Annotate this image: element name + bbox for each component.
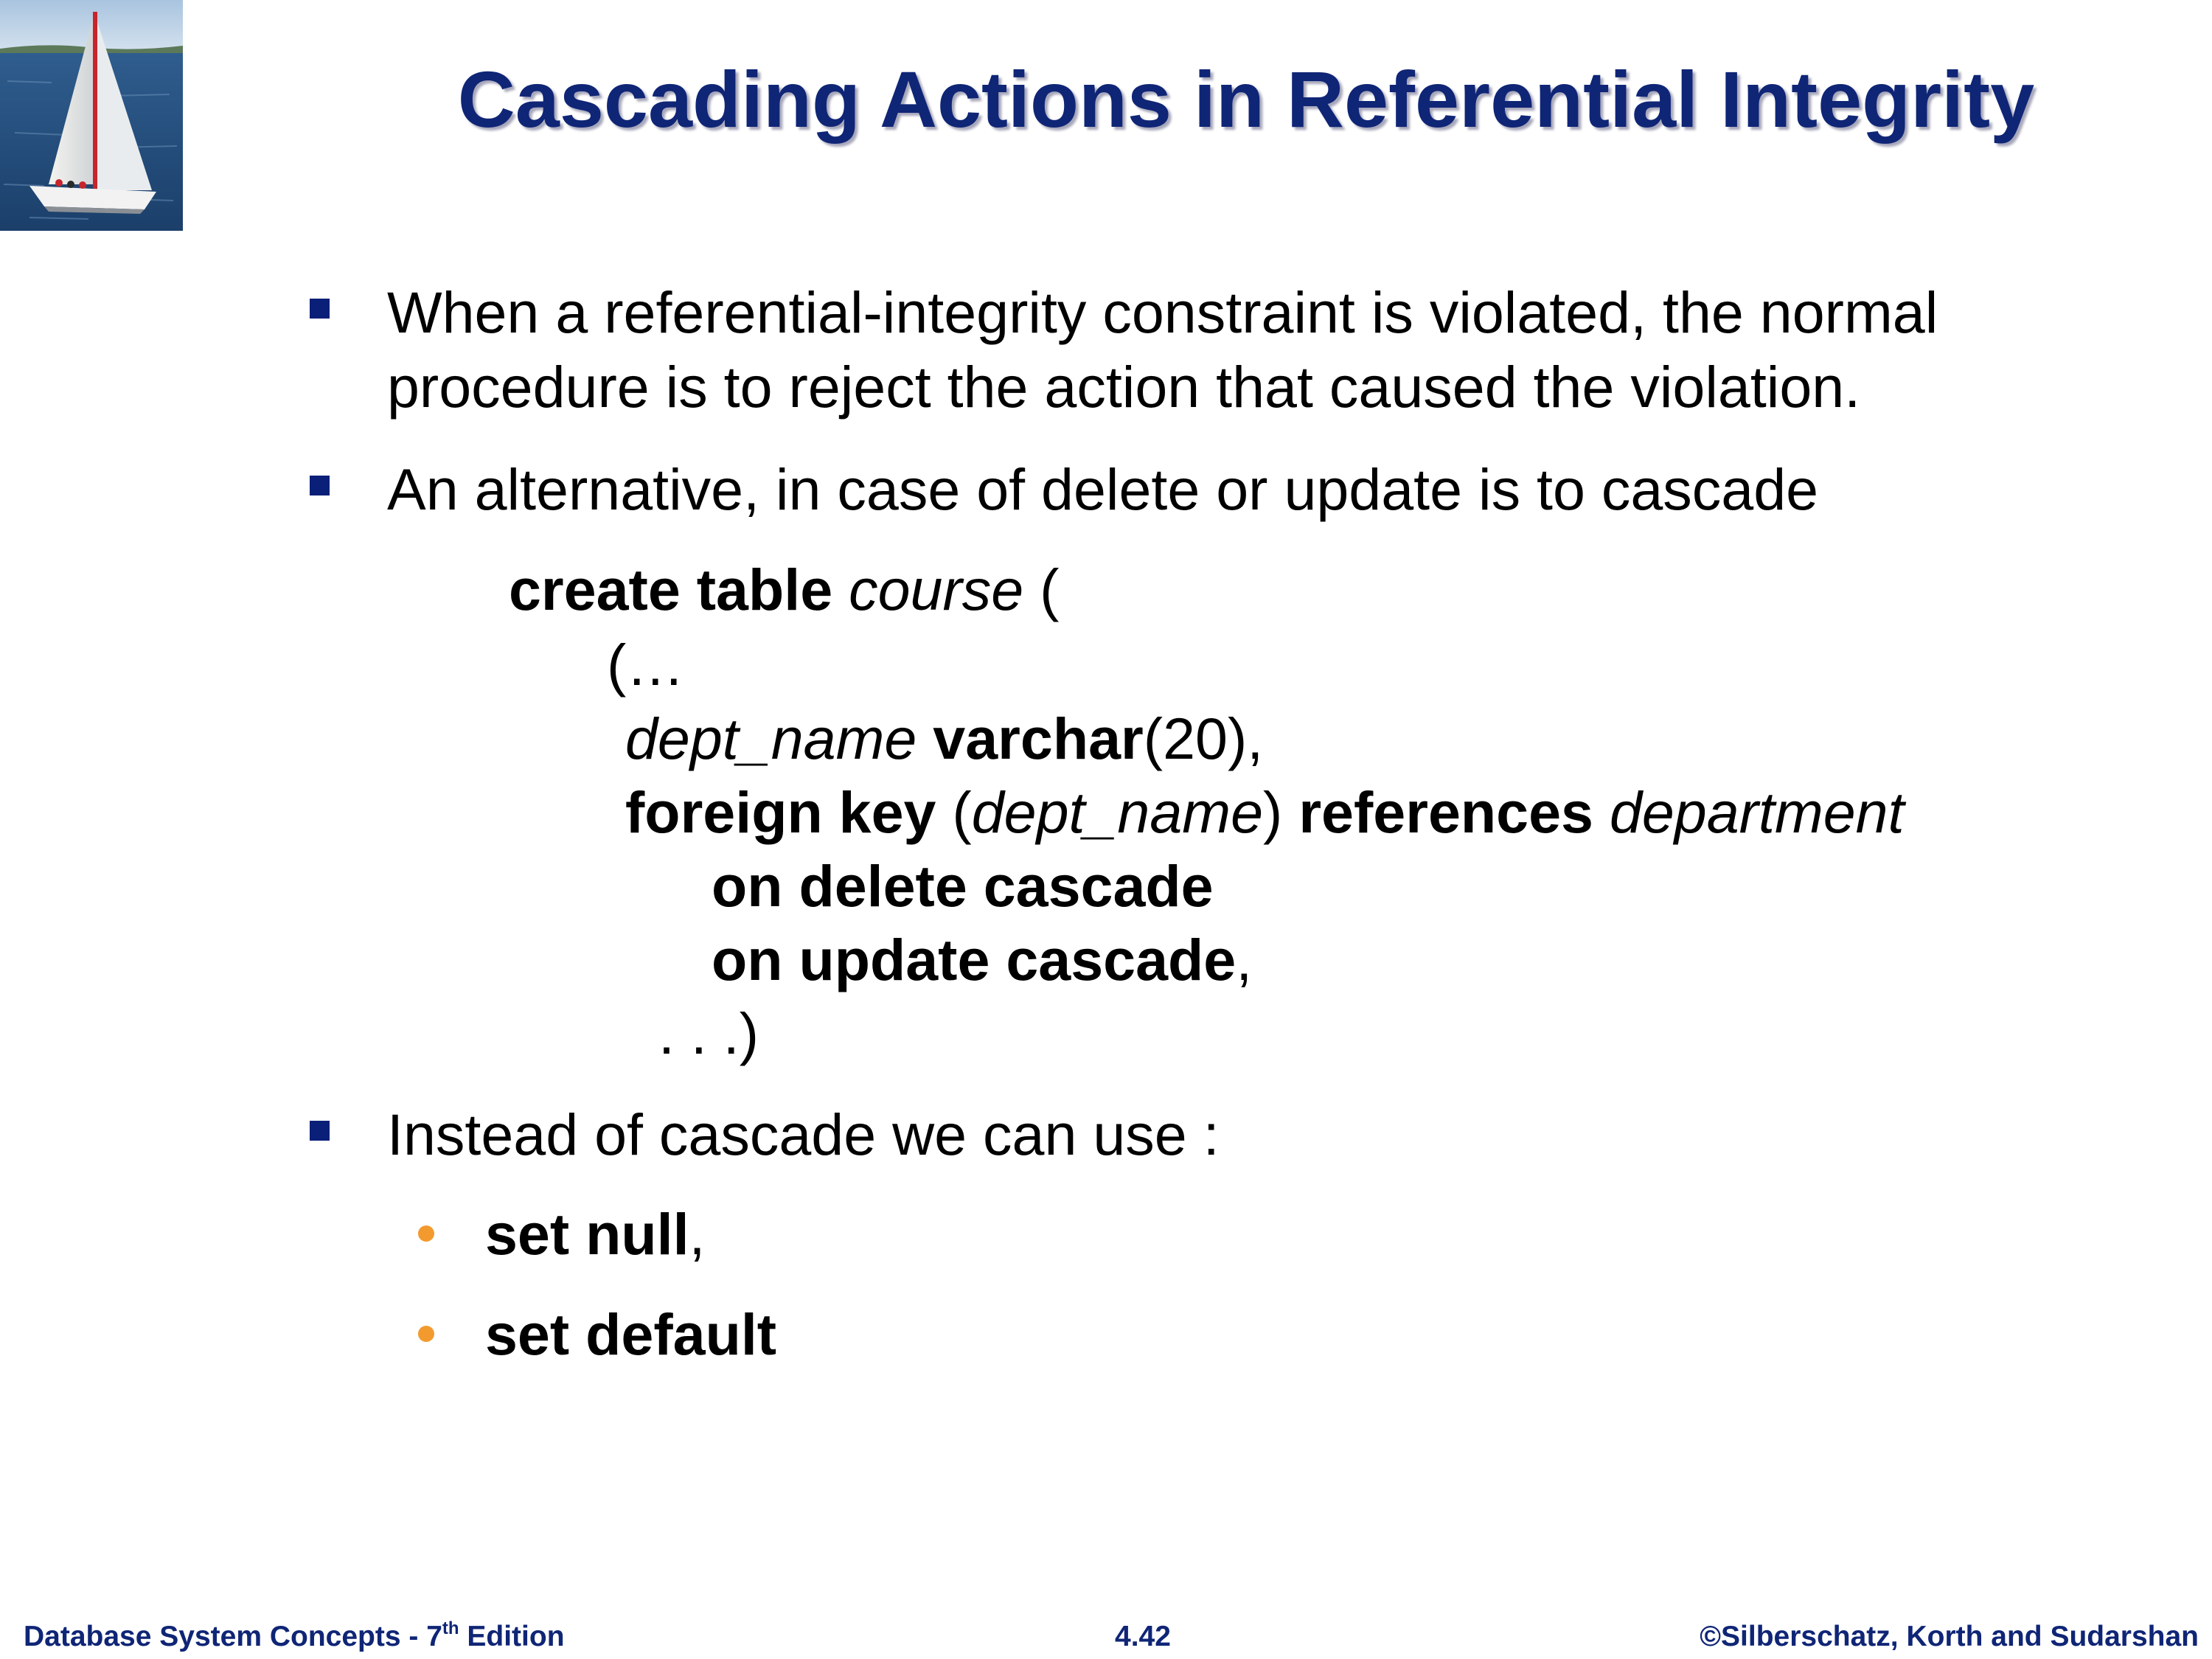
code-line-foreign-key: foreign key (dept_name) references depar… [625,776,1905,849]
code-punct: , [1236,927,1253,992]
code-line-create-table: create table course ( [509,553,1059,627]
code-line-dept-name: dept_name varchar(20), [625,702,1263,776]
bullet-2-line-1: An alternative, in case of delete or upd… [387,456,1819,522]
sailboat-logo-icon [0,0,183,231]
slide-title: Cascading Actions in Referential Integri… [457,55,2035,144]
footer-edition: Edition [459,1621,565,1652]
sql-type: varchar [933,706,1144,771]
footer-page-number: 4.42 [1115,1621,1171,1652]
sql-keyword: references [1298,779,1593,845]
code-punct: ( [936,779,972,845]
code-line-open: (… [607,632,685,698]
sub-bullet-set-null: set null, [485,1197,706,1271]
bullet-1-line-1: When a referential-integrity constraint … [387,279,1938,345]
square-bullet-icon [310,299,330,319]
square-bullet-icon [310,476,330,495]
sql-keyword: foreign key [625,779,936,845]
square-bullet-icon [310,1121,330,1141]
code-punct: (20), [1143,706,1264,771]
code-line-on-update: on update cascade, [712,923,1252,997]
sql-keyword: on update cascade [712,927,1237,992]
code-line-close: . . .) [658,1001,759,1066]
footer-book: Database System Concepts - 7 [24,1621,442,1652]
bullet-3-line-1: Instead of cascade we can use : [387,1102,1220,1167]
sql-keyword: set default [485,1301,777,1367]
footer-edition-sup: th [442,1618,459,1638]
code-punct: , [689,1201,706,1267]
bullet-1-line-2: procedure is to reject the action that c… [387,354,1861,420]
code-punct: ) [1263,779,1299,845]
attribute-name: dept_name [625,706,917,771]
footer-book-title: Database System Concepts - 7th Edition [24,1618,565,1655]
sql-keyword: create table [509,557,833,622]
footer-copyright: ©Silberschatz, Korth and Sudarshan [1700,1621,2199,1652]
attribute-name: dept_name [971,779,1264,845]
table-name: course [849,557,1024,622]
sql-keyword: set null [485,1201,689,1267]
code-line-on-delete: on delete cascade [712,853,1214,919]
referenced-table: department [1609,779,1905,845]
sub-bullet-set-default: set default [485,1298,776,1371]
code-punct: ( [1023,557,1060,622]
dot-bullet-icon [418,1326,434,1342]
dot-bullet-icon [418,1225,434,1242]
